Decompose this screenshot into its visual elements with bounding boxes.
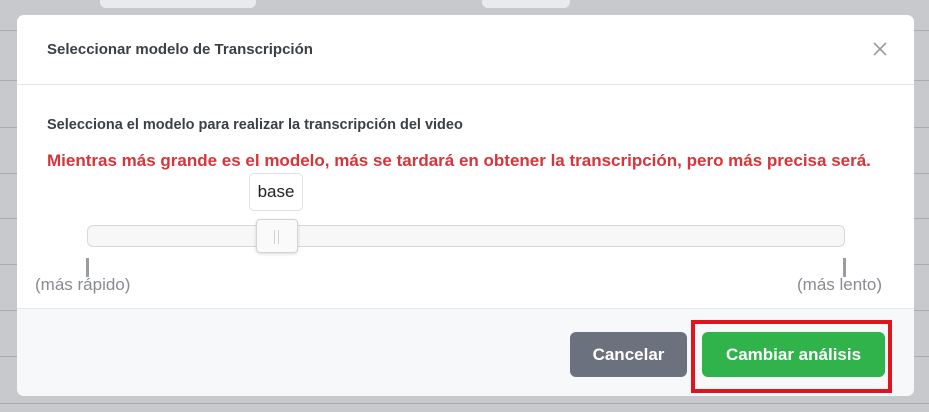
model-slider-track[interactable]	[87, 225, 845, 247]
change-analysis-button[interactable]: Cambiar análisis	[702, 332, 885, 377]
slider-min-label: (más rápido)	[35, 275, 131, 294]
close-icon	[873, 42, 887, 56]
close-button[interactable]	[870, 39, 890, 59]
slider-value-tooltip: base	[249, 173, 303, 211]
slider-max-label: (más lento)	[797, 275, 883, 294]
slider-grip-line	[278, 230, 279, 244]
modal-description: Selecciona el modelo para realizar la tr…	[47, 117, 463, 133]
modal-header: Seleccionar modelo de Transcripción	[17, 15, 914, 85]
modal-footer: Cancelar Cambiar análisis	[17, 308, 914, 396]
transcription-model-modal: Seleccionar modelo de Transcripción Sele…	[17, 15, 914, 396]
background-tab	[100, 0, 256, 8]
background-tab	[482, 0, 570, 8]
model-slider-handle[interactable]	[256, 219, 298, 253]
background-row-divider	[0, 403, 929, 404]
cancel-button[interactable]: Cancelar	[570, 332, 687, 377]
modal-title: Seleccionar modelo de Transcripción	[47, 41, 313, 58]
slider-grip-line	[274, 230, 275, 244]
warning-message: Mientras más grande es el modelo, más se…	[47, 151, 871, 170]
